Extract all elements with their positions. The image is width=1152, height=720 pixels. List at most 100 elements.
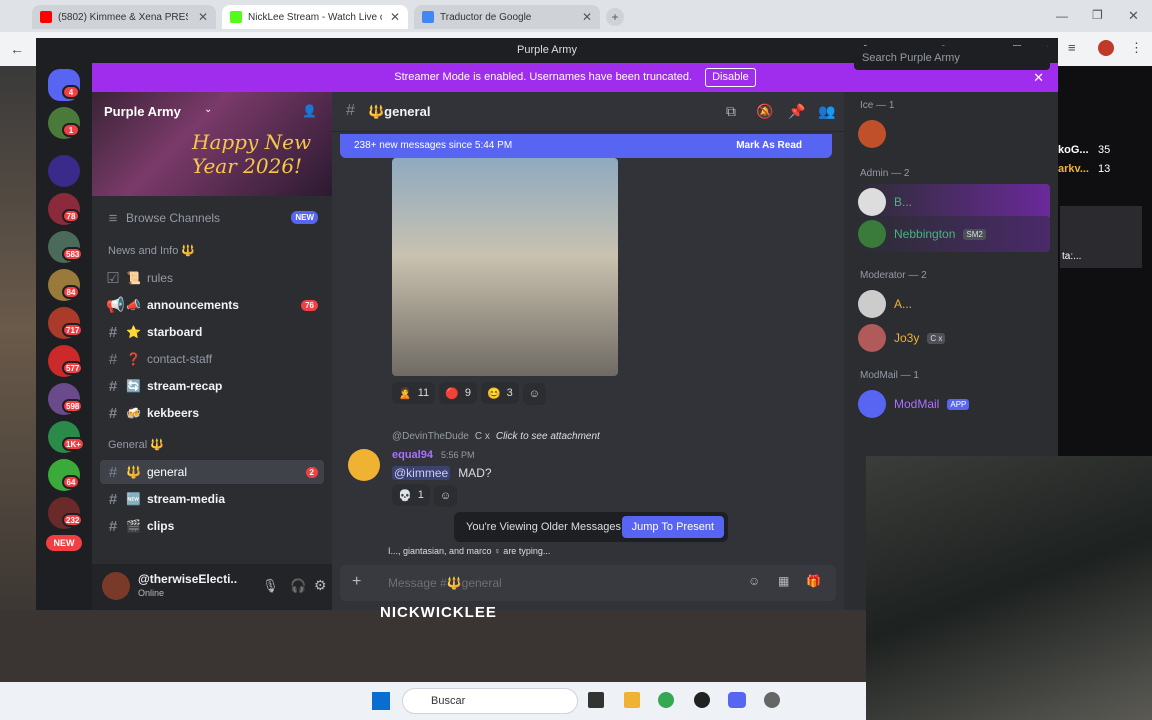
streamer-webcam (866, 456, 1152, 720)
tab-label: (5802) Kimmee & Xena PRESS (58, 11, 188, 23)
member-row[interactable] (852, 116, 1050, 152)
back-arrow-icon[interactable]: ← (10, 41, 24, 57)
channel-announcements[interactable]: 📢 📣 announcements 76 (100, 293, 324, 317)
reaction[interactable]: 💀 1 (392, 484, 430, 506)
profile-avatar[interactable] (1098, 40, 1114, 56)
member-row[interactable]: B... (852, 184, 1050, 220)
reactions-row: 🙎 11 🔴 9 😊 3 ☺ (392, 382, 550, 405)
channel-starboard[interactable]: # ⭐ starboard (100, 320, 324, 344)
obs-icon[interactable] (694, 692, 710, 708)
browser-tab-3[interactable]: Traductor de Google ✕ (414, 5, 600, 29)
channel-kekbeers[interactable]: # 🍻 kekbeers (100, 401, 324, 425)
channel-stream-media[interactable]: # 🆕 stream-media (100, 487, 324, 511)
apps-icon[interactable]: ▦ (778, 574, 789, 588)
channel-name: contact-staff (146, 352, 213, 366)
file-explorer-icon[interactable] (624, 692, 640, 708)
channel-contact-staff[interactable]: # ❓ contact-staff (100, 347, 324, 371)
jump-to-present-button[interactable]: Jump To Present (621, 516, 724, 538)
category-general[interactable]: General 🔱 (108, 438, 164, 451)
side-popup-text: ta:... (1062, 251, 1082, 262)
emoji-icon[interactable]: ☺ (748, 574, 760, 588)
image-attachment[interactable] (392, 158, 618, 376)
settings-icon[interactable] (764, 692, 780, 708)
restore-icon[interactable]: ❐ (1092, 8, 1103, 22)
message-author[interactable]: equal94 (392, 449, 433, 461)
reaction[interactable]: 🔴 9 (439, 382, 477, 404)
browser-tab-1[interactable]: (5802) Kimmee & Xena PRESS ✕ (32, 5, 216, 29)
message-text: MAD? (458, 466, 492, 480)
new-messages-bar[interactable]: 238+ new messages since 5:44 PM Mark As … (340, 134, 832, 158)
home-badge: 4 (62, 85, 80, 99)
hash-icon: # (108, 377, 118, 395)
channel-general[interactable]: # 🔱 general 2 (100, 460, 324, 484)
search-input[interactable]: Search Purple Army (854, 46, 1050, 70)
task-view-icon[interactable] (588, 692, 604, 708)
message-composer[interactable]: + Message #🔱general ☺ ▦ 🎁 (340, 565, 836, 601)
new-messages-text: 238+ new messages since 5:44 PM (354, 140, 513, 151)
pin-icon[interactable]: 📌 (788, 103, 805, 120)
avatar (858, 290, 886, 318)
server-icon[interactable] (48, 155, 80, 187)
avatar[interactable] (102, 572, 130, 600)
mark-as-read-button[interactable]: Mark As Read (736, 134, 802, 158)
settings-gear-icon[interactable]: ⚙ (314, 577, 327, 594)
streamer-mode-text: Streamer Mode is enabled. Usernames have… (394, 71, 693, 83)
avatar[interactable] (348, 449, 380, 481)
reaction[interactable]: 😊 3 (480, 382, 519, 404)
channel-clips[interactable]: # 🎬 clips (100, 514, 324, 538)
browse-channels[interactable]: ≡ Browse Channels NEW (100, 206, 324, 230)
browser-menu-icon[interactable]: ⋮ (1130, 40, 1143, 56)
disable-streamer-mode-button[interactable]: Disable (705, 68, 756, 87)
microphone-icon[interactable]: 🎙 (262, 578, 279, 594)
server-name[interactable]: Purple Army (104, 104, 181, 119)
member-row[interactable]: ModMail APP (852, 386, 1050, 422)
close-tab-icon[interactable]: ✕ (198, 10, 208, 24)
close-tab-icon[interactable]: ✕ (582, 10, 592, 24)
server-list: 4 1 78 583 84 717 577 598 1K+ 64 232 NEW (36, 63, 92, 610)
user-mention[interactable]: @kimmee (392, 466, 451, 480)
channel-stream-recap[interactable]: # 🔄 stream-recap (100, 374, 324, 398)
rules-checkbox-icon: ☑ (106, 270, 120, 287)
add-reaction-icon[interactable]: ☺ (433, 484, 458, 507)
new-servers-pill[interactable]: NEW (46, 535, 82, 551)
headphones-icon[interactable]: 🎧 (290, 578, 306, 594)
reply-reference[interactable]: @DevinTheDude C x Click to see attachmen… (392, 431, 600, 442)
threads-icon[interactable]: ⧉ (726, 103, 736, 120)
reply-author: @DevinTheDude (392, 431, 469, 442)
side-chat-count-b: 13 (1098, 163, 1111, 175)
server-badge: 577 (62, 361, 84, 375)
chevron-down-icon[interactable]: ⌄ (204, 104, 212, 115)
add-reaction-icon[interactable]: ☺ (522, 382, 547, 405)
invite-people-icon[interactable]: 👤 (302, 104, 317, 118)
member-list-icon[interactable]: 👥 (818, 103, 835, 120)
new-tab-button[interactable]: + (606, 8, 624, 26)
hash-icon: # (108, 463, 118, 481)
server-badge: 598 (62, 399, 84, 413)
windows-start-icon[interactable] (372, 692, 390, 710)
taskbar-search[interactable]: Buscar (402, 688, 578, 714)
close-tab-icon[interactable]: ✕ (390, 10, 400, 24)
mute-bell-icon[interactable]: 🔕 (756, 103, 773, 120)
browser-tab-2[interactable]: NickLee Stream - Watch Live on ✕ (222, 5, 408, 29)
discord-taskbar-icon[interactable] (728, 692, 746, 708)
close-window-icon[interactable]: ✕ (1128, 8, 1139, 24)
reaction[interactable]: 🙎 11 (392, 382, 436, 404)
chrome-icon[interactable] (658, 692, 674, 708)
channel-name: stream-recap (146, 379, 223, 393)
add-attachment-icon[interactable]: + (352, 573, 361, 591)
server-badge: 717 (62, 323, 84, 337)
member-row[interactable]: Nebbington SM2 (852, 216, 1050, 252)
minimize-icon[interactable]: — (1056, 9, 1068, 23)
reading-list-icon[interactable]: ≡ (1068, 40, 1076, 55)
channel-rules[interactable]: ☑ 📜 rules (100, 266, 324, 290)
channel-emoji: 🎬 (126, 519, 141, 533)
message-header: equal94 5:56 PM (392, 449, 475, 461)
username[interactable]: @therwiseElecti... (138, 572, 238, 586)
category-news[interactable]: News and Info 🔱 (108, 244, 195, 257)
hash-icon: # (108, 350, 118, 368)
gift-icon[interactable]: 🎁 (806, 574, 821, 588)
composer-placeholder: Message #🔱general (388, 576, 502, 590)
member-row[interactable]: A... (852, 286, 1050, 322)
member-row[interactable]: Jo3y C x (852, 320, 1050, 356)
side-popup: ta:... (1060, 206, 1142, 268)
